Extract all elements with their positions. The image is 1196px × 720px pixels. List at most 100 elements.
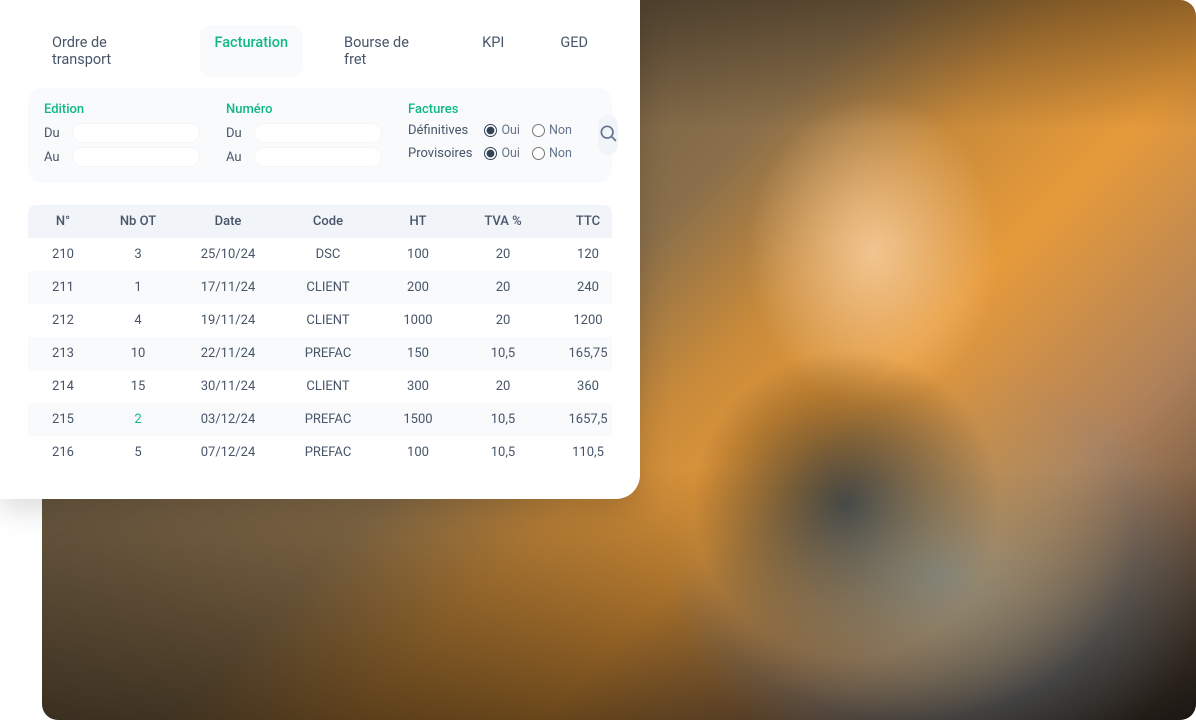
provisoires-non-radio[interactable]: Non bbox=[532, 146, 572, 161]
cell-ttc: 1657,5 bbox=[548, 412, 628, 427]
cell-date: 25/10/24 bbox=[178, 247, 278, 262]
cell-nbot: 15 bbox=[98, 379, 178, 394]
table-header-row: N° Nb OT Date Code HT TVA % TTC bbox=[28, 205, 612, 238]
tab-facturation[interactable]: Facturation bbox=[201, 26, 303, 76]
billing-panel: Ordre de transport Facturation Bourse de… bbox=[0, 0, 640, 499]
filter-group-factures: Factures Définitives Oui Non Provisoires… bbox=[408, 102, 572, 161]
cell-code: CLIENT bbox=[278, 280, 378, 295]
cell-nbot: 5 bbox=[98, 445, 178, 460]
cell-code: CLIENT bbox=[278, 379, 378, 394]
col-header-tva: TVA % bbox=[458, 214, 548, 229]
table-row[interactable]: 2141530/11/24CLIENT30020360 bbox=[28, 370, 612, 403]
table-row[interactable]: 211117/11/24CLIENT20020240 bbox=[28, 271, 612, 304]
cell-tva: 10,5 bbox=[458, 445, 548, 460]
cell-ht: 1000 bbox=[378, 313, 458, 328]
table-row[interactable]: 2131022/11/24PREFAC15010,5165,75 bbox=[28, 337, 612, 370]
radio-yes-label-2: Oui bbox=[501, 146, 520, 161]
cell-ht: 200 bbox=[378, 280, 458, 295]
cell-date: 07/12/24 bbox=[178, 445, 278, 460]
numero-to-label: Au bbox=[226, 150, 246, 165]
col-header-date: Date bbox=[178, 214, 278, 229]
numero-from-input[interactable] bbox=[254, 123, 382, 143]
cell-nbot: 3 bbox=[98, 247, 178, 262]
cell-ht: 100 bbox=[378, 247, 458, 262]
table-row[interactable]: 212419/11/24CLIENT1000201200 bbox=[28, 304, 612, 337]
cell-date: 19/11/24 bbox=[178, 313, 278, 328]
col-header-no: N° bbox=[28, 214, 98, 229]
cell-ttc: 110,5 bbox=[548, 445, 628, 460]
cell-no: 210 bbox=[28, 247, 98, 262]
edition-from-label: Du bbox=[44, 126, 64, 141]
edition-to-input[interactable] bbox=[72, 147, 200, 167]
cell-nbot[interactable]: 2 bbox=[98, 412, 178, 427]
provisoires-label: Provisoires bbox=[408, 146, 472, 161]
cell-date: 17/11/24 bbox=[178, 280, 278, 295]
cell-tva: 20 bbox=[458, 280, 548, 295]
col-header-code: Code bbox=[278, 214, 378, 229]
cell-nbot: 4 bbox=[98, 313, 178, 328]
cell-ttc: 1200 bbox=[548, 313, 628, 328]
cell-ttc: 360 bbox=[548, 379, 628, 394]
tab-ged[interactable]: GED bbox=[546, 26, 602, 76]
cell-code: PREFAC bbox=[278, 445, 378, 460]
definitives-non-input[interactable] bbox=[532, 124, 545, 137]
provisoires-non-input[interactable] bbox=[532, 147, 545, 160]
edition-to-label: Au bbox=[44, 150, 64, 165]
cell-ht: 150 bbox=[378, 346, 458, 361]
cell-nbot: 10 bbox=[98, 346, 178, 361]
cell-tva: 10,5 bbox=[458, 412, 548, 427]
definitives-oui-radio[interactable]: Oui bbox=[484, 123, 520, 138]
cell-tva: 10,5 bbox=[458, 346, 548, 361]
definitives-non-radio[interactable]: Non bbox=[532, 123, 572, 138]
cell-code: PREFAC bbox=[278, 412, 378, 427]
cell-code: CLIENT bbox=[278, 313, 378, 328]
table-row[interactable]: 210325/10/24DSC10020120 bbox=[28, 238, 612, 271]
cell-no: 216 bbox=[28, 445, 98, 460]
col-header-ht: HT bbox=[378, 214, 458, 229]
filter-group-edition: Edition Du Au bbox=[44, 102, 200, 167]
cell-no: 213 bbox=[28, 346, 98, 361]
radio-yes-label: Oui bbox=[501, 123, 520, 138]
cell-ttc: 240 bbox=[548, 280, 628, 295]
tab-kpi[interactable]: KPI bbox=[468, 26, 518, 76]
numero-from-label: Du bbox=[226, 126, 246, 141]
filter-group-numero: Numéro Du Au bbox=[226, 102, 382, 167]
search-icon bbox=[598, 123, 618, 147]
col-header-nbot: Nb OT bbox=[98, 214, 178, 229]
radio-no-label: Non bbox=[549, 123, 572, 138]
filter-title-factures: Factures bbox=[408, 102, 572, 117]
provisoires-oui-input[interactable] bbox=[484, 147, 497, 160]
search-button[interactable] bbox=[598, 115, 618, 155]
table-row[interactable]: 215203/12/24PREFAC150010,51657,5 bbox=[28, 403, 612, 436]
table-body: 210325/10/24DSC10020120211117/11/24CLIEN… bbox=[28, 238, 612, 469]
cell-no: 215 bbox=[28, 412, 98, 427]
tab-ordre-de-transport[interactable]: Ordre de transport bbox=[38, 26, 173, 76]
cell-ht: 1500 bbox=[378, 412, 458, 427]
filter-title-numero: Numéro bbox=[226, 102, 382, 117]
cell-no: 212 bbox=[28, 313, 98, 328]
table-row[interactable]: 216507/12/24PREFAC10010,5110,5 bbox=[28, 436, 612, 469]
tab-bourse-de-fret[interactable]: Bourse de fret bbox=[330, 26, 440, 76]
cell-nbot: 1 bbox=[98, 280, 178, 295]
invoice-table: N° Nb OT Date Code HT TVA % TTC 210325/1… bbox=[28, 205, 612, 469]
cell-tva: 20 bbox=[458, 379, 548, 394]
cell-date: 03/12/24 bbox=[178, 412, 278, 427]
cell-ttc: 120 bbox=[548, 247, 628, 262]
edition-from-input[interactable] bbox=[72, 123, 200, 143]
definitives-oui-input[interactable] bbox=[484, 124, 497, 137]
filter-title-edition: Edition bbox=[44, 102, 200, 117]
provisoires-oui-radio[interactable]: Oui bbox=[484, 146, 520, 161]
col-header-ttc: TTC bbox=[548, 214, 628, 229]
cell-no: 211 bbox=[28, 280, 98, 295]
cell-date: 30/11/24 bbox=[178, 379, 278, 394]
cell-ttc: 165,75 bbox=[548, 346, 628, 361]
cell-no: 214 bbox=[28, 379, 98, 394]
cell-tva: 20 bbox=[458, 313, 548, 328]
cell-code: DSC bbox=[278, 247, 378, 262]
definitives-label: Définitives bbox=[408, 123, 472, 138]
cell-ht: 300 bbox=[378, 379, 458, 394]
tab-bar: Ordre de transport Facturation Bourse de… bbox=[28, 18, 612, 76]
numero-to-input[interactable] bbox=[254, 147, 382, 167]
cell-tva: 20 bbox=[458, 247, 548, 262]
cell-ht: 100 bbox=[378, 445, 458, 460]
